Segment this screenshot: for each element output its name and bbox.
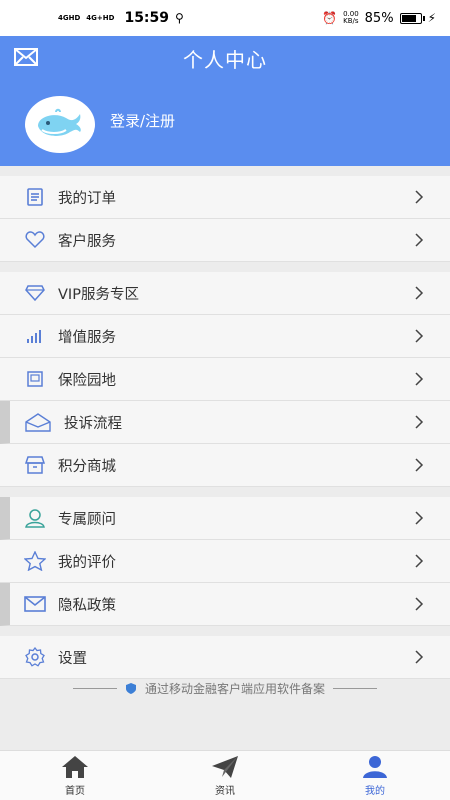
menu-item-label: 保险园地	[58, 372, 116, 389]
menu-item-label: 我的订单	[58, 190, 116, 207]
chevron-right-icon	[415, 329, 424, 343]
menu-item-points-mall[interactable]: 积分商城	[0, 444, 450, 487]
chevron-right-icon	[415, 286, 424, 300]
chevron-right-icon	[415, 233, 424, 247]
divider	[0, 166, 450, 176]
shield-icon	[125, 683, 136, 694]
clock: 15:59	[124, 10, 170, 26]
bar-chart-icon	[24, 325, 46, 347]
status-bar: 4GHD 4G+HD 15:59 ⚲ ⏰ 0.00 KB/s 85% ⚡	[0, 0, 450, 36]
heart-icon	[24, 229, 46, 251]
chevron-right-icon	[415, 650, 424, 664]
menu-item-insurance[interactable]: 保险园地	[0, 358, 450, 401]
tab-label: 我的	[365, 785, 385, 797]
chevron-right-icon	[415, 190, 424, 204]
menu-item-complaint[interactable]: 投诉流程	[0, 401, 450, 444]
chevron-right-icon	[415, 597, 424, 611]
menu-item-advisor[interactable]: 专属顾问	[0, 497, 450, 540]
menu-item-label: 设置	[58, 650, 87, 667]
divider	[72, 688, 117, 689]
diamond-icon	[24, 282, 46, 304]
menu-item-label: 专属顾问	[58, 511, 116, 528]
person-icon	[363, 755, 387, 778]
net-speed: 0.00 KB/s	[343, 10, 359, 25]
menu-item-label: 投诉流程	[64, 415, 122, 432]
home-icon	[62, 755, 88, 778]
login-register-link[interactable]: 登录/注册	[110, 110, 175, 131]
chevron-right-icon	[415, 415, 424, 429]
charging-icon: ⚡	[427, 11, 436, 25]
filing-note-text: 通过移动金融客户端应用软件备案	[144, 682, 325, 696]
battery-icon	[399, 12, 425, 24]
mail-icon	[24, 593, 46, 615]
tab-mine[interactable]: 我的	[300, 751, 450, 800]
menu-item-settings[interactable]: 设置	[0, 636, 450, 679]
gear-icon	[24, 646, 46, 668]
menu-item-label: 客户服务	[58, 233, 116, 250]
alarm-icon: ⏰	[322, 11, 338, 25]
divider	[333, 688, 377, 689]
menu-item-label: 我的评价	[58, 554, 116, 571]
menu-item-label: 隐私政策	[58, 597, 116, 614]
user-icon	[24, 507, 46, 529]
menu-item-orders[interactable]: 我的订单	[0, 176, 450, 219]
tab-news[interactable]: 资讯	[150, 751, 300, 800]
bottom-tab-bar: 首页 资讯 我的	[0, 750, 450, 800]
battery-percent: 85%	[364, 10, 394, 26]
book-icon	[24, 368, 46, 390]
menu-item-label: VIP服务专区	[58, 286, 139, 303]
envelope-open-icon	[24, 411, 52, 433]
tab-label: 首页	[65, 785, 85, 797]
tab-home[interactable]: 首页	[0, 751, 150, 800]
divider	[0, 262, 450, 272]
menu-item-label: 增值服务	[58, 329, 116, 346]
menu-item-value-added[interactable]: 增值服务	[0, 315, 450, 358]
chevron-right-icon	[415, 554, 424, 568]
filing-note: 通过移动金融客户端应用软件备案	[0, 680, 450, 697]
store-icon	[24, 454, 46, 476]
divider	[0, 487, 450, 497]
menu-item-customer-service[interactable]: 客户服务	[0, 219, 450, 262]
menu-list: 我的订单 客户服务 VIP服务专区 增值服务 保险园地 投诉流程 积分商城 专属…	[0, 166, 450, 679]
profile-header: 个人中心 登录/注册	[0, 36, 450, 166]
usb-icon: ⚲	[175, 11, 184, 25]
menu-item-label: 积分商城	[58, 458, 116, 475]
paper-plane-icon	[212, 755, 238, 778]
star-icon	[24, 550, 46, 572]
chevron-right-icon	[415, 511, 424, 525]
menu-item-reviews[interactable]: 我的评价	[0, 540, 450, 583]
network-indicator-2: 4G+HD	[86, 13, 115, 22]
order-icon	[24, 186, 46, 208]
divider	[0, 626, 450, 636]
menu-item-vip[interactable]: VIP服务专区	[0, 272, 450, 315]
avatar[interactable]	[25, 96, 95, 153]
network-indicator-1: 4GHD	[58, 13, 81, 22]
tab-label: 资讯	[215, 785, 235, 797]
menu-item-privacy[interactable]: 隐私政策	[0, 583, 450, 626]
chevron-right-icon	[415, 458, 424, 472]
chevron-right-icon	[415, 372, 424, 386]
page-title: 个人中心	[183, 48, 267, 72]
whale-icon	[38, 108, 81, 136]
